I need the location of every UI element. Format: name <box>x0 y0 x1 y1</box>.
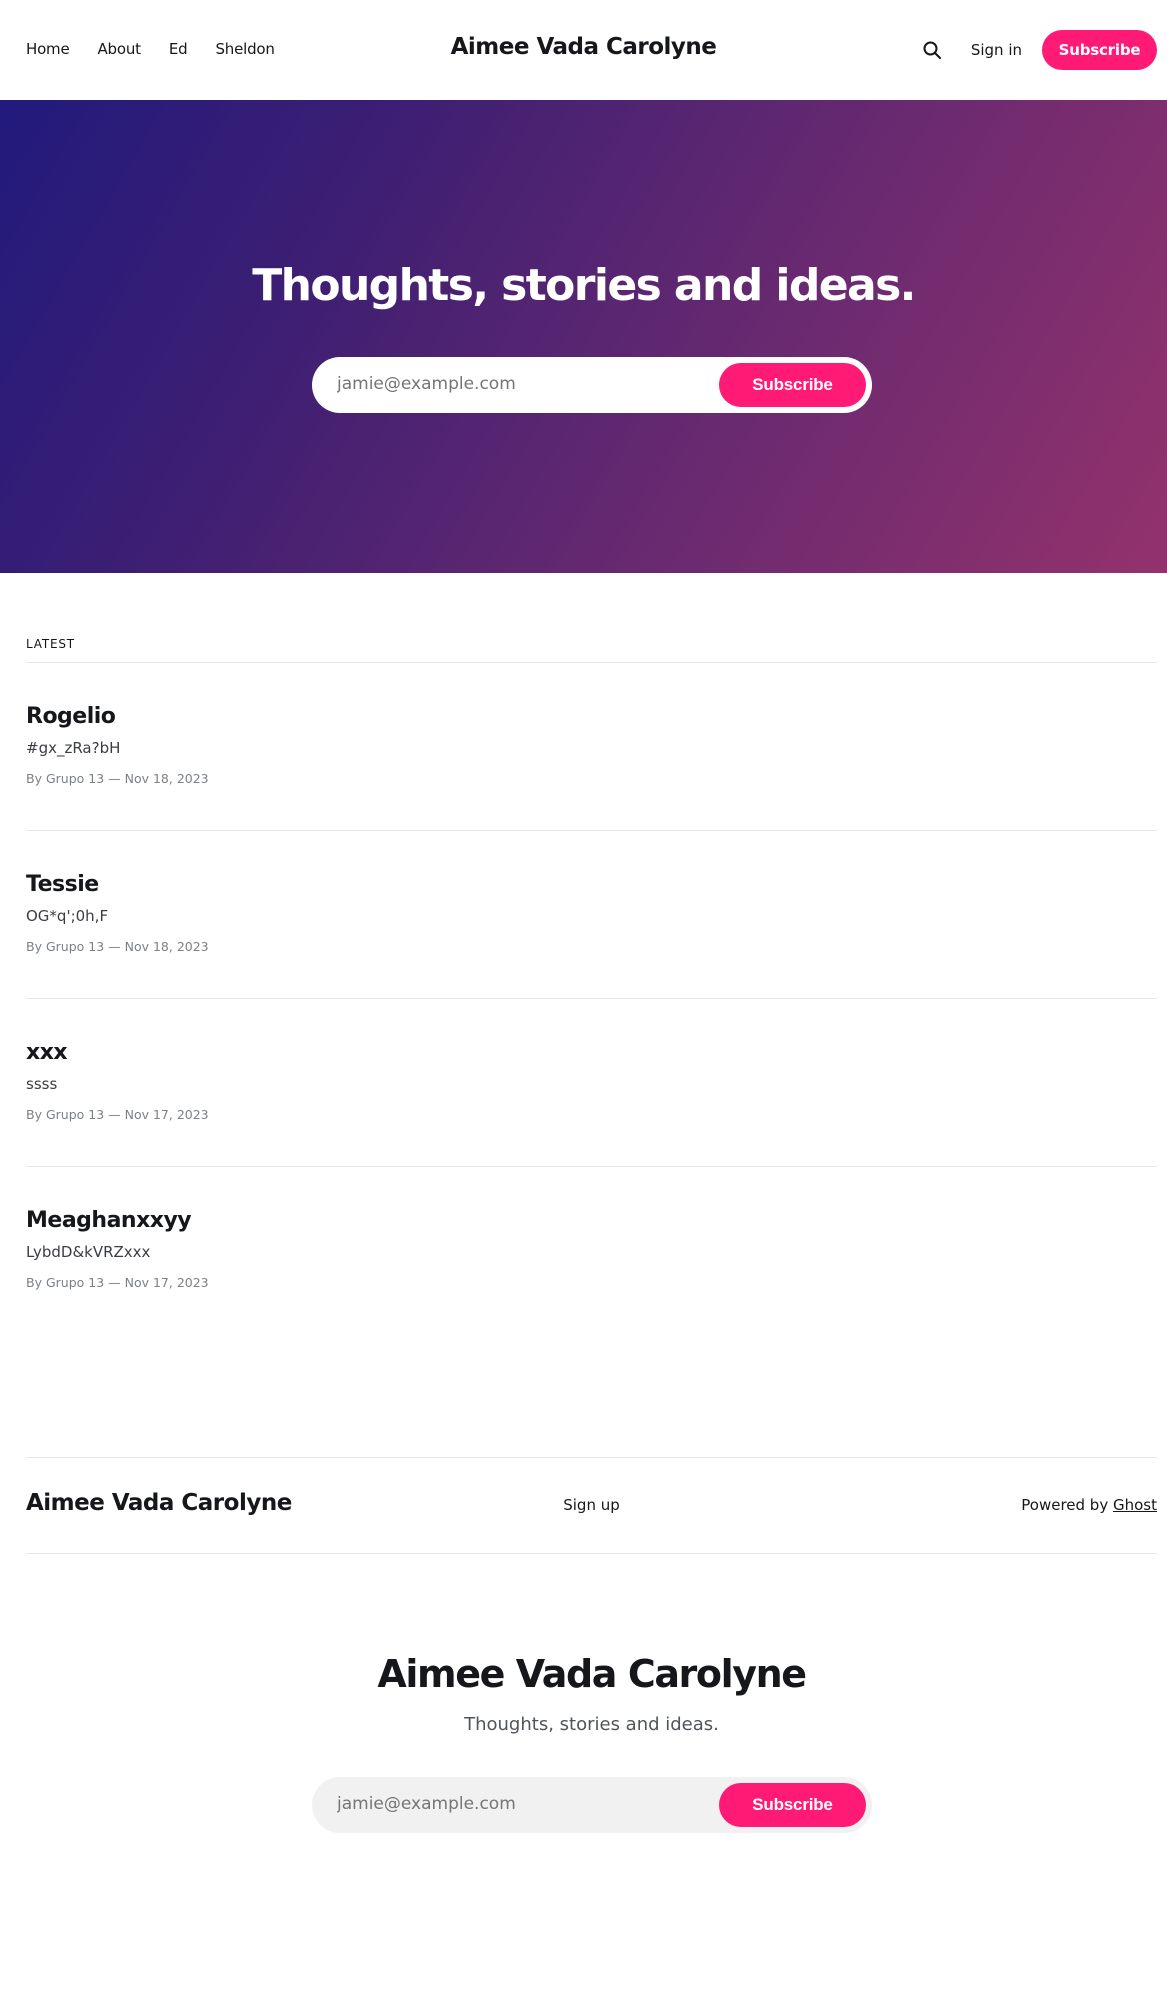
divider <box>26 830 1157 831</box>
hero-email-input[interactable] <box>337 374 697 394</box>
cta-subscribe-form: Subscribe <box>312 1777 872 1833</box>
post-meta: By Grupo 13 — Nov 17, 2023 <box>26 1107 209 1122</box>
hero-banner: Thoughts, stories and ideas. Subscribe <box>0 100 1167 573</box>
post-item: Tessie OG*q';0h,F By Grupo 13 — Nov 18, … <box>26 872 1157 954</box>
divider <box>26 1166 1157 1167</box>
hero-subscribe-form: Subscribe <box>312 357 872 413</box>
cta-subscribe-button[interactable]: Subscribe <box>719 1783 866 1827</box>
divider <box>26 662 1157 663</box>
post-excerpt: #gx_zRa?bH <box>26 739 121 757</box>
post-item: xxx ssss By Grupo 13 — Nov 17, 2023 <box>26 1040 1157 1122</box>
cta-title: Aimee Vada Carolyne <box>377 1652 807 1696</box>
footer-signup-link: Sign up <box>0 1496 1167 1514</box>
nav-sheldon[interactable]: Sheldon <box>215 40 274 58</box>
search-button[interactable] <box>919 37 945 63</box>
powered-prefix: Powered by <box>1021 1496 1113 1514</box>
nav-ed[interactable]: Ed <box>169 40 188 58</box>
header-actions: Sign in Subscribe <box>919 30 1157 70</box>
post-item: Meaghanxxyy LybdD&kVRZxxx By Grupo 13 — … <box>26 1208 1157 1290</box>
main-nav: Home About Ed Sheldon <box>26 40 275 58</box>
hero-subscribe-button[interactable]: Subscribe <box>719 363 866 407</box>
post-title[interactable]: Meaghanxxyy <box>26 1208 1157 1233</box>
site-header: Home About Ed Sheldon Aimee Vada Carolyn… <box>0 0 1167 100</box>
post-title[interactable]: Rogelio <box>26 704 1157 729</box>
post-item: Rogelio #gx_zRa?bH By Grupo 13 — Nov 18,… <box>26 704 1157 786</box>
nav-about[interactable]: About <box>98 40 142 58</box>
footer-powered-by: Powered by Ghost <box>1021 1496 1157 1514</box>
post-excerpt: ssss <box>26 1075 58 1093</box>
hero-heading: Thoughts, stories and ideas. <box>252 260 916 311</box>
cta-email-input[interactable] <box>337 1794 697 1814</box>
post-meta: By Grupo 13 — Nov 18, 2023 <box>26 771 209 786</box>
signin-link[interactable]: Sign in <box>971 41 1022 59</box>
ghost-link[interactable]: Ghost <box>1113 1496 1157 1514</box>
post-meta: By Grupo 13 — Nov 17, 2023 <box>26 1275 209 1290</box>
post-excerpt: LybdD&kVRZxxx <box>26 1243 151 1261</box>
post-meta: By Grupo 13 — Nov 18, 2023 <box>26 939 209 954</box>
footer-top-divider <box>26 1457 1157 1458</box>
footer-signup-label[interactable]: Sign up <box>563 1496 620 1514</box>
header-subscribe-button[interactable]: Subscribe <box>1042 30 1157 70</box>
divider <box>26 998 1157 999</box>
footer-bottom-divider <box>26 1553 1157 1554</box>
post-title[interactable]: Tessie <box>26 872 1157 897</box>
nav-home[interactable]: Home <box>26 40 70 58</box>
latest-label: LATEST <box>26 637 75 651</box>
cta-subtitle: Thoughts, stories and ideas. <box>464 1714 719 1735</box>
search-icon <box>923 41 941 59</box>
site-title[interactable]: Aimee Vada Carolyne <box>451 34 717 60</box>
post-title[interactable]: xxx <box>26 1040 1157 1065</box>
post-excerpt: OG*q';0h,F <box>26 907 109 925</box>
